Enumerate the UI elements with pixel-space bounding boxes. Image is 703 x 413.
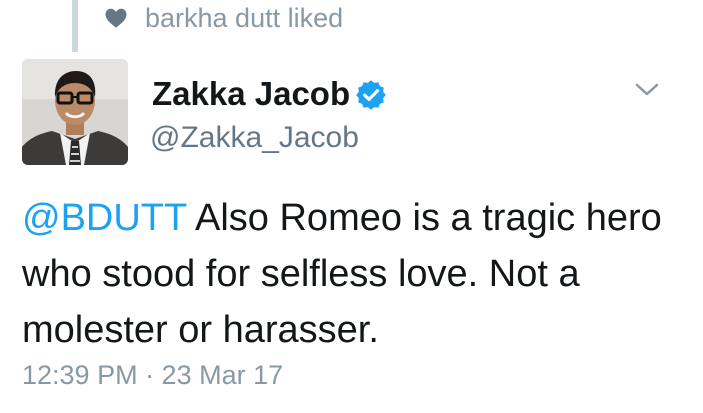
author-name[interactable]: Zakka Jacob	[152, 74, 350, 114]
heart-icon	[105, 8, 127, 28]
tweet-timestamp[interactable]: 12:39 PM · 23 Mar 17	[22, 355, 283, 395]
avatar-image	[22, 59, 128, 165]
author-name-row[interactable]: Zakka Jacob	[152, 74, 386, 114]
avatar[interactable]	[22, 59, 128, 165]
mention-link[interactable]: @BDUTT	[22, 197, 187, 239]
social-context: barkha dutt liked	[0, 0, 703, 40]
chevron-down-icon[interactable]	[634, 79, 660, 101]
social-context-text: barkha dutt liked	[145, 3, 344, 33]
tweet-text: @BDUTT Also Romeo is a tragic hero who s…	[22, 190, 692, 358]
verified-badge-icon	[356, 80, 386, 110]
author-handle[interactable]: @Zakka_Jacob	[150, 118, 359, 158]
